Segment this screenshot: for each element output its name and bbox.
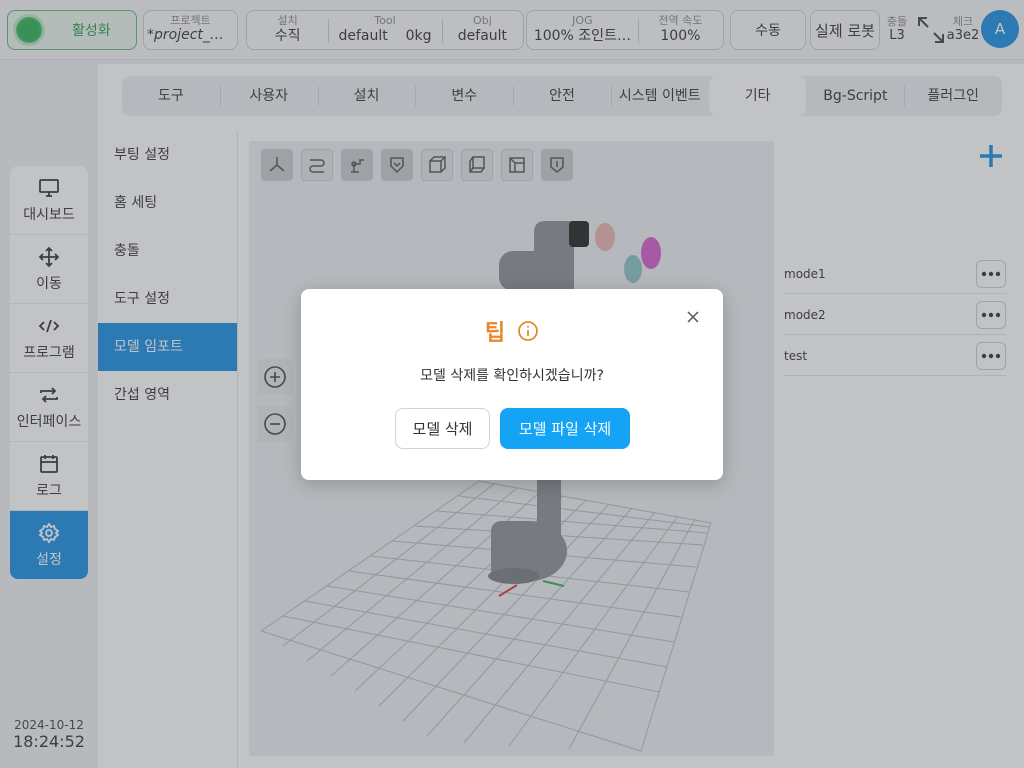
dialog-title: 팁	[484, 321, 506, 346]
dialog-header: 팁	[301, 315, 723, 347]
delete-model-button[interactable]: 모델 삭제	[395, 408, 490, 449]
confirm-dialog: 팁 모델 삭제를 확인하시겠습니까? 모델 삭제 모델 파일 삭제	[301, 289, 723, 480]
info-icon	[518, 321, 539, 341]
dialog-message: 모델 삭제를 확인하시겠습니까?	[420, 368, 604, 384]
delete-model-file-button[interactable]: 모델 파일 삭제	[500, 408, 630, 449]
